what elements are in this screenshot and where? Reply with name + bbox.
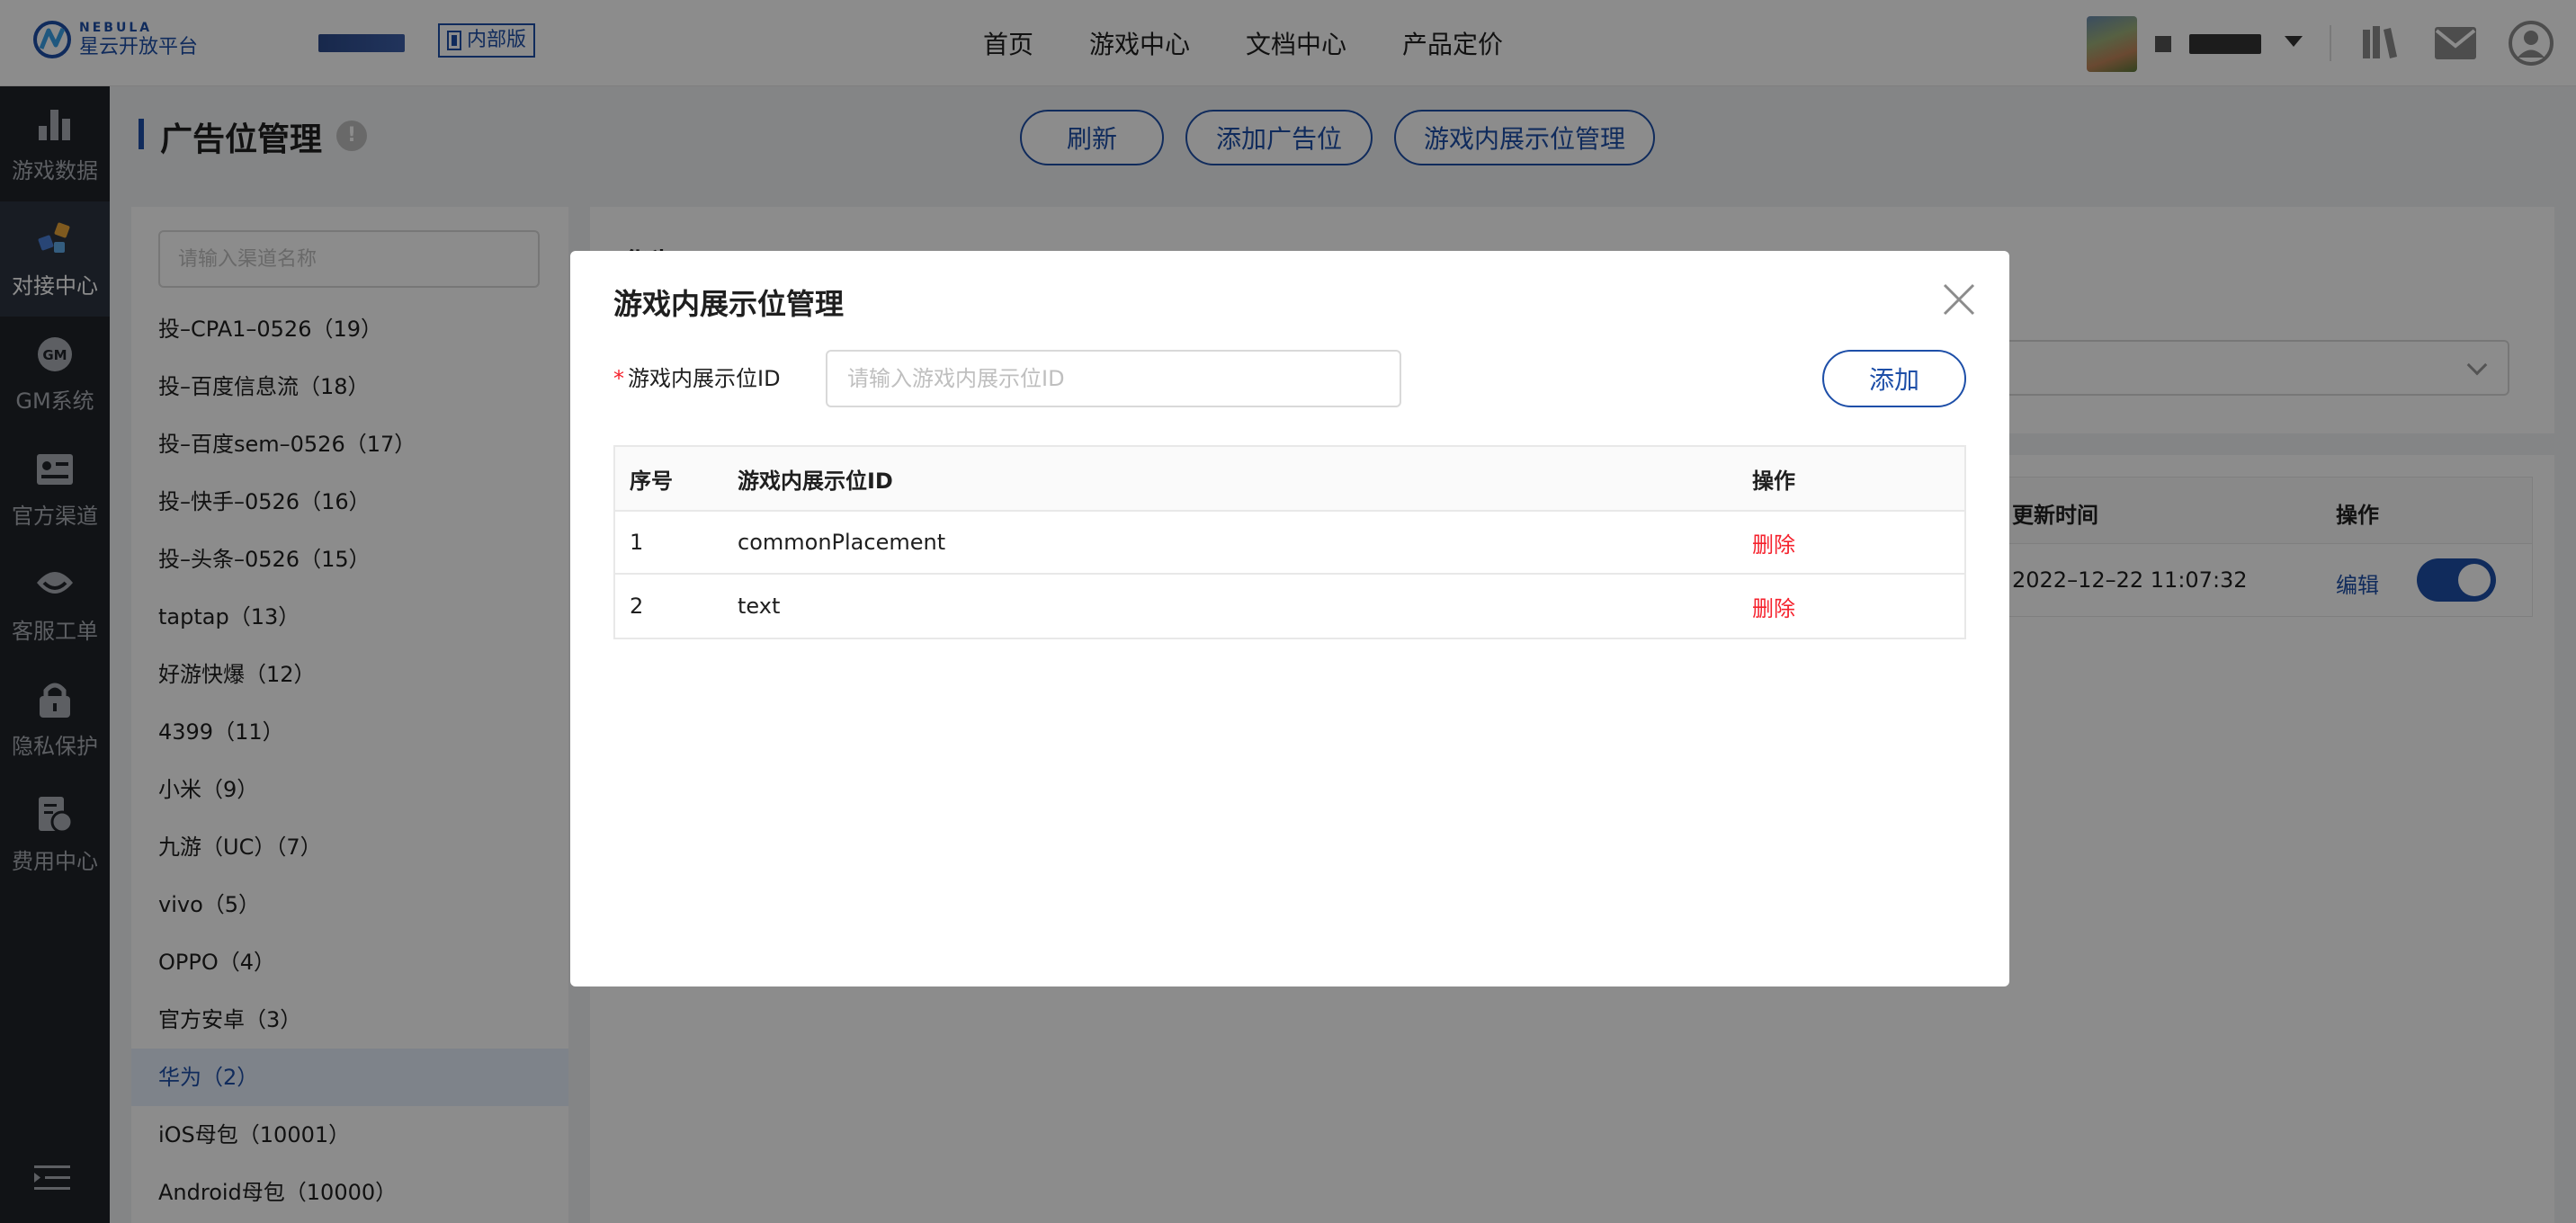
ingame-slot-modal: 游戏内展示位管理 *游戏内展示位ID 添加 序号 游戏内展示位ID 操作 1 c…	[570, 251, 2009, 986]
slot-table: 序号 游戏内展示位ID 操作 1 commonPlacement 删除 2 te…	[613, 445, 1966, 639]
table-row: 2 text 删除	[615, 575, 1964, 638]
column-slot-id: 游戏内展示位ID	[738, 468, 893, 494]
table-header-row: 序号 游戏内展示位ID 操作	[615, 447, 1964, 512]
slot-id-cell: commonPlacement	[738, 530, 946, 555]
slot-id-input[interactable]	[826, 350, 1401, 407]
index-cell: 1	[630, 530, 644, 555]
column-index: 序号	[630, 468, 673, 494]
required-mark: *	[613, 366, 624, 391]
delete-link[interactable]: 删除	[1752, 512, 1795, 573]
column-action: 操作	[1752, 468, 1795, 494]
delete-link[interactable]: 删除	[1752, 575, 1795, 638]
modal-title: 游戏内展示位管理	[613, 287, 845, 321]
slot-id-label-text: 游戏内展示位ID	[628, 366, 781, 391]
index-cell: 2	[630, 594, 644, 619]
table-row: 1 commonPlacement 删除	[615, 512, 1964, 575]
slot-id-label: * 游戏内展示位ID	[613, 361, 781, 392]
add-button[interactable]: 添加	[1822, 350, 1966, 407]
close-icon[interactable]	[1941, 281, 1977, 317]
slot-id-cell: text	[738, 594, 781, 619]
